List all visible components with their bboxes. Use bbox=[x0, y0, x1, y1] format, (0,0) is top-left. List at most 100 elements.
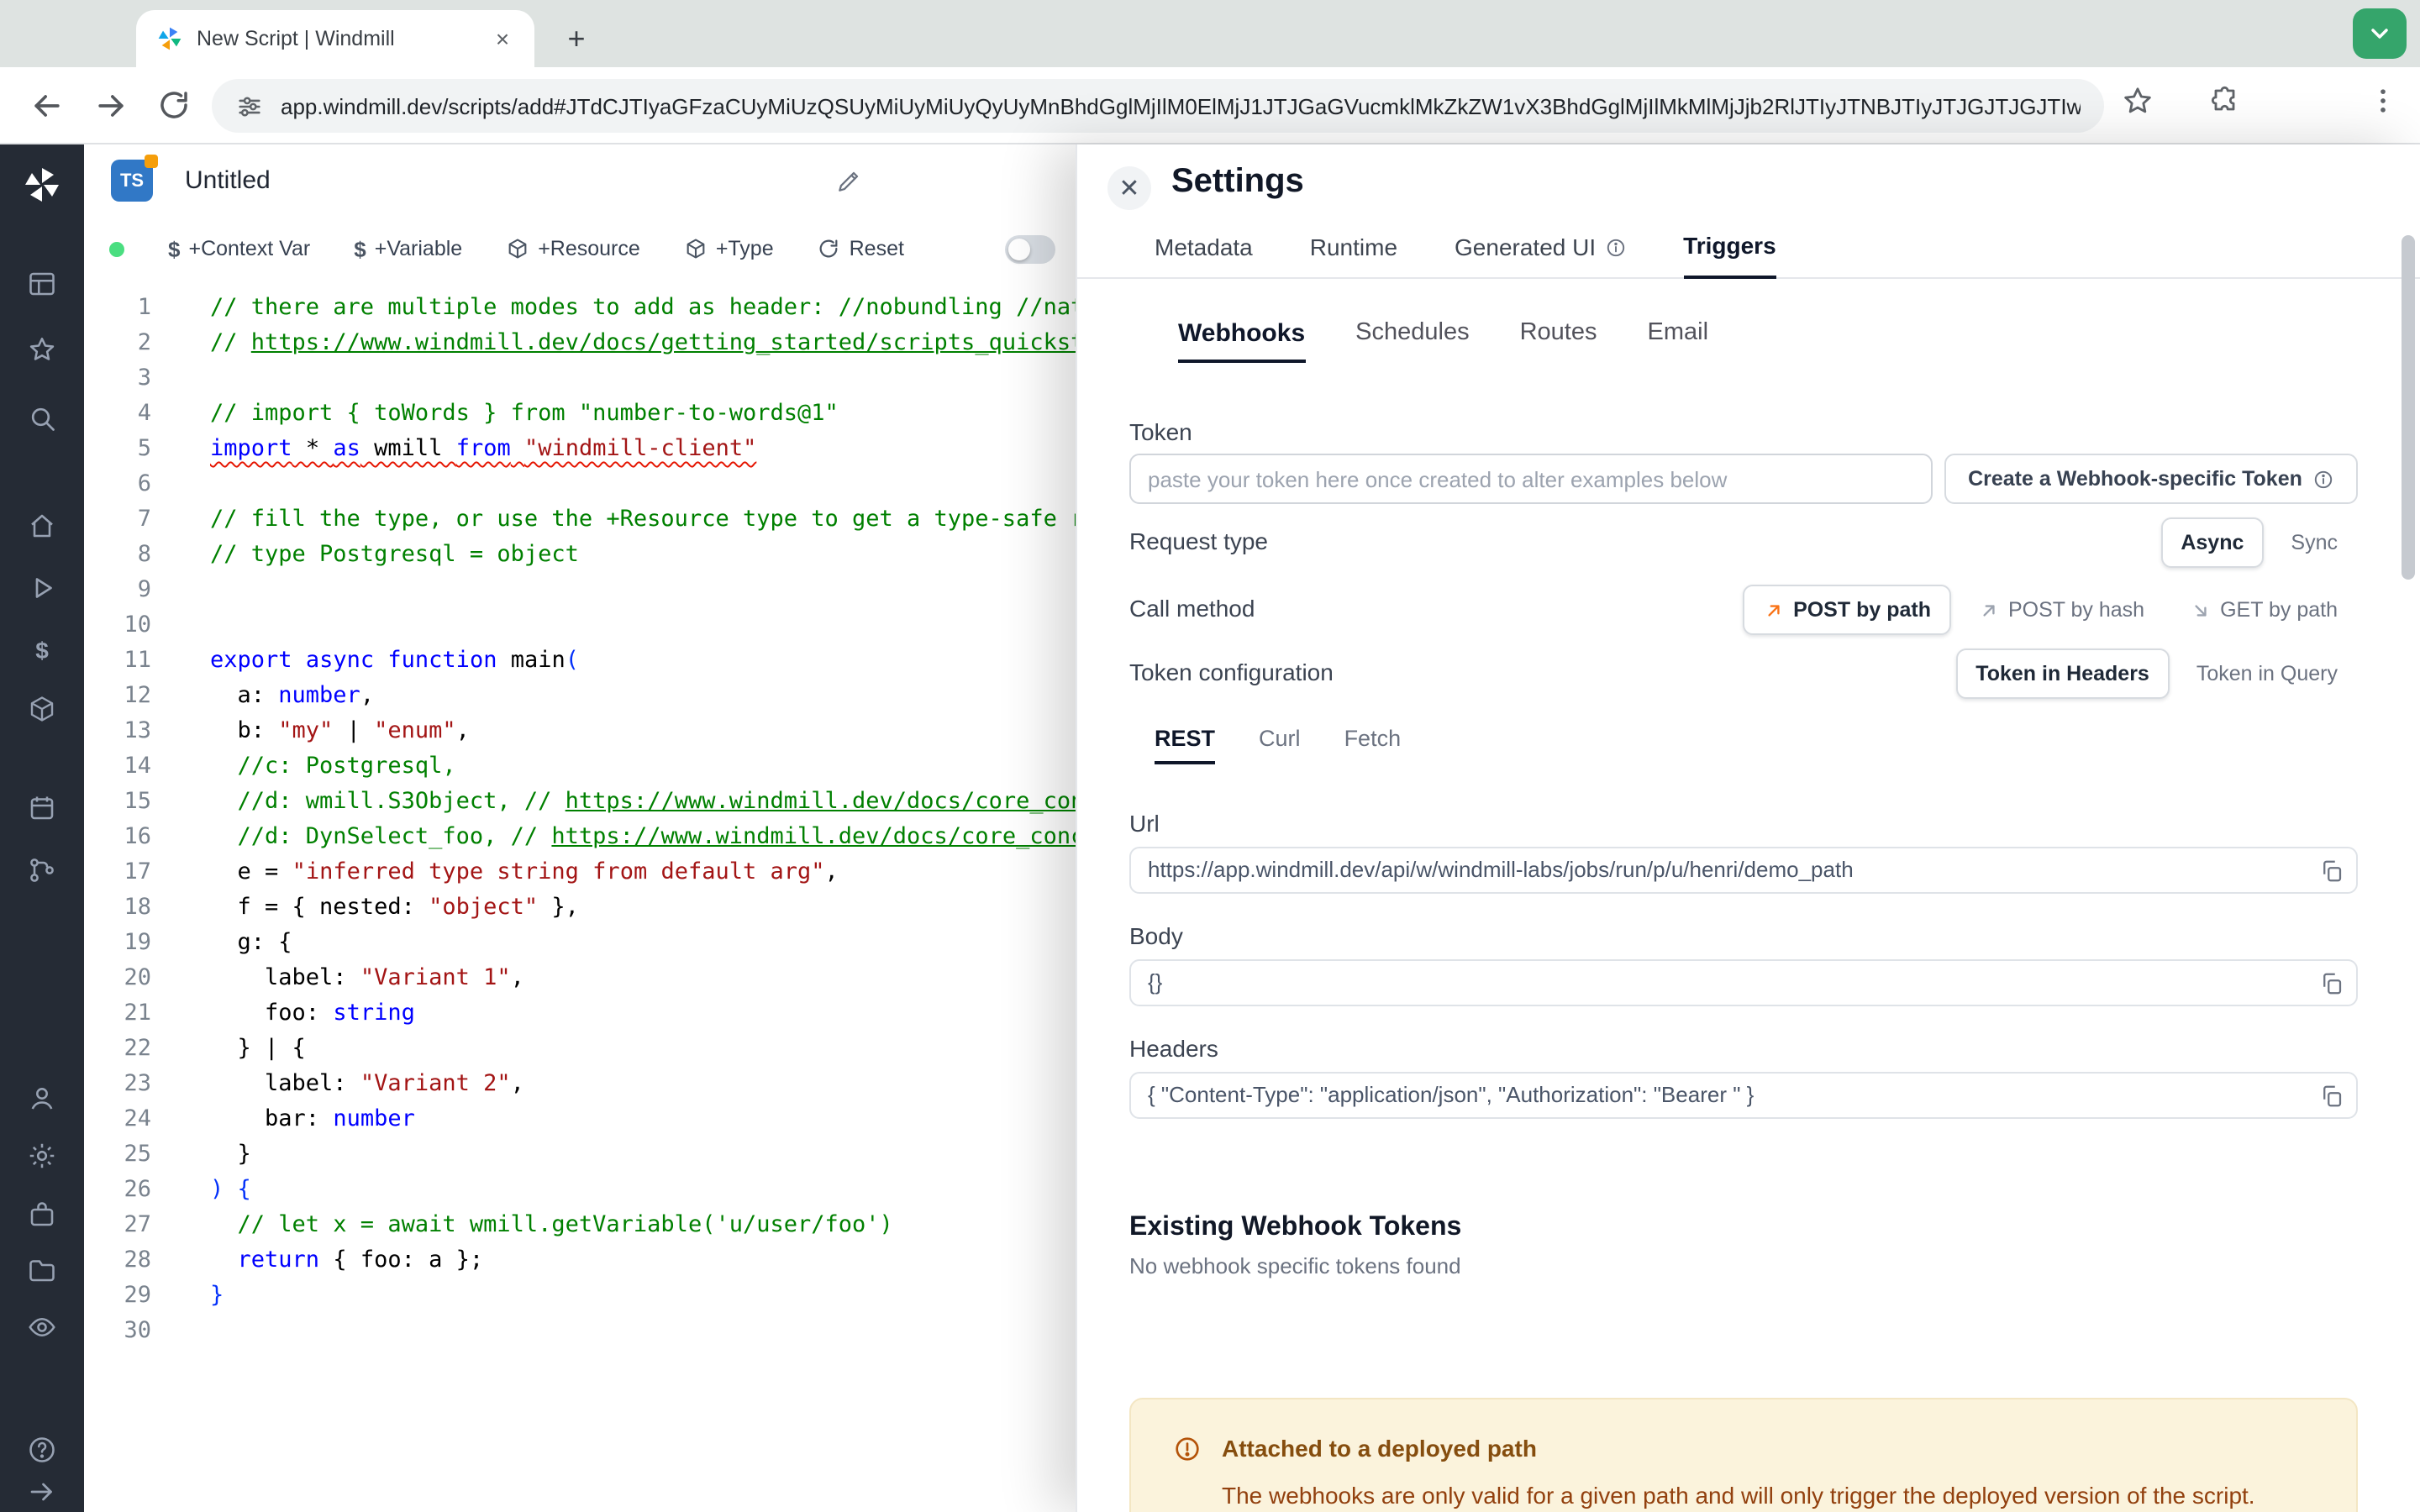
code-line[interactable]: a: number, bbox=[210, 679, 1076, 714]
panel-scrollbar[interactable] bbox=[2402, 235, 2415, 580]
tab-metadata[interactable]: Metadata bbox=[1155, 234, 1253, 277]
code-line[interactable]: } bbox=[210, 1278, 1076, 1314]
tab-title: New Script | Windmill bbox=[197, 27, 395, 50]
code-line[interactable]: b: "my" | "enum", bbox=[210, 714, 1076, 749]
favorites-star-icon[interactable] bbox=[27, 334, 57, 365]
tab-runtime[interactable]: Runtime bbox=[1310, 234, 1397, 277]
tab-close-icon[interactable]: × bbox=[487, 24, 518, 54]
snippet-tab-rest[interactable]: REST bbox=[1155, 726, 1216, 764]
expand-sidebar-arrow-icon[interactable] bbox=[27, 1477, 57, 1507]
reload-icon[interactable] bbox=[156, 87, 193, 124]
code-line[interactable]: label: "Variant 1", bbox=[210, 961, 1076, 996]
snippet-tab-curl[interactable]: Curl bbox=[1259, 726, 1301, 764]
code-line[interactable]: // import { toWords } from "number-to-wo… bbox=[210, 396, 1076, 432]
code-line[interactable]: label: "Variant 2", bbox=[210, 1067, 1076, 1102]
schedules-calendar-icon[interactable] bbox=[27, 793, 57, 823]
code-line[interactable]: export async function main( bbox=[210, 643, 1076, 679]
token-in-headers[interactable]: Token in Headers bbox=[1955, 648, 2170, 699]
windmill-app: $ TS Untitled $ +Context Var $ +Variable… bbox=[0, 144, 2420, 1512]
new-tab-button[interactable]: + bbox=[555, 17, 598, 60]
close-settings-icon[interactable]: ✕ bbox=[1107, 166, 1151, 210]
settings-gear-icon[interactable] bbox=[27, 1141, 57, 1171]
call-method-get-by-path[interactable]: GET by path bbox=[2171, 586, 2356, 633]
site-settings-icon[interactable] bbox=[235, 92, 264, 120]
resources-icon[interactable] bbox=[27, 694, 57, 724]
search-icon[interactable] bbox=[27, 403, 57, 433]
subtab-routes[interactable]: Routes bbox=[1520, 319, 1597, 363]
request-type-sync[interactable]: Sync bbox=[2272, 519, 2356, 566]
code-line[interactable]: foo: string bbox=[210, 996, 1076, 1032]
copy-icon[interactable] bbox=[2319, 971, 2344, 996]
audit-logs-eye-icon[interactable] bbox=[27, 1312, 57, 1342]
tab-generated-ui[interactable]: Generated UI bbox=[1455, 234, 1626, 277]
url-field[interactable]: https://app.windmill.dev/api/w/windmill-… bbox=[1129, 847, 2358, 894]
request-type-async[interactable]: Async bbox=[2160, 517, 2265, 568]
copy-icon[interactable] bbox=[2319, 1084, 2344, 1109]
copy-icon[interactable] bbox=[2319, 858, 2344, 884]
code-line[interactable]: } bbox=[210, 1137, 1076, 1173]
headers-field[interactable]: { "Content-Type": "application/json", "A… bbox=[1129, 1072, 2358, 1119]
code-line[interactable]: } | { bbox=[210, 1032, 1076, 1067]
reset-button[interactable]: Reset bbox=[818, 237, 904, 260]
line-number: 1 bbox=[137, 294, 151, 321]
flows-branch-icon[interactable] bbox=[27, 855, 57, 885]
home-icon[interactable] bbox=[27, 511, 57, 541]
windmill-logo-icon[interactable] bbox=[22, 165, 62, 205]
extensions-icon[interactable] bbox=[2208, 84, 2249, 124]
browser-tab[interactable]: New Script | Windmill × bbox=[136, 10, 534, 67]
body-field[interactable]: {} bbox=[1129, 959, 2358, 1006]
code-line[interactable] bbox=[210, 361, 1076, 396]
forward-icon[interactable] bbox=[92, 87, 129, 124]
browser-menu-icon[interactable] bbox=[2366, 84, 2407, 124]
user-icon[interactable] bbox=[27, 1084, 57, 1114]
code-line[interactable]: return { foo: a }; bbox=[210, 1243, 1076, 1278]
screen-share-indicator[interactable] bbox=[2353, 8, 2407, 59]
back-icon[interactable] bbox=[29, 87, 66, 124]
code-editor[interactable]: 1 2 3 4 5 6 7 8 9 10 11 12 13 14 15 16 17 18 19 20 21 22 23 24 2… bbox=[84, 279, 1076, 1512]
edit-title-pencil-icon[interactable] bbox=[835, 168, 862, 195]
snippet-tab-fetch[interactable]: Fetch bbox=[1344, 726, 1402, 764]
tab-triggers[interactable]: Triggers bbox=[1683, 232, 1776, 279]
code-line[interactable]: // https://www.windmill.dev/docs/getting… bbox=[210, 326, 1076, 361]
token-in-query[interactable]: Token in Query bbox=[2178, 650, 2356, 697]
apps-icon[interactable] bbox=[27, 269, 57, 299]
call-method-post-by-hash[interactable]: POST by hash bbox=[1960, 586, 2163, 633]
subtab-email[interactable]: Email bbox=[1648, 319, 1709, 363]
subtab-webhooks[interactable]: Webhooks bbox=[1178, 319, 1306, 363]
address-bar[interactable]: app.windmill.dev/scripts/add#JTdCJTIyaGF… bbox=[212, 79, 2104, 133]
token-input[interactable] bbox=[1129, 454, 1933, 504]
code-line[interactable] bbox=[210, 1314, 1076, 1349]
variables-icon[interactable]: $ bbox=[0, 637, 84, 664]
code-line[interactable]: bar: number bbox=[210, 1102, 1076, 1137]
workers-briefcase-icon[interactable] bbox=[27, 1200, 57, 1230]
call-method-post-by-path[interactable]: POST by path bbox=[1743, 585, 1951, 635]
add-type-button[interactable]: +Type bbox=[684, 237, 774, 260]
code-line[interactable]: import * as wmill from "windmill-client" bbox=[210, 432, 1076, 467]
code-line[interactable]: ) { bbox=[210, 1173, 1076, 1208]
code-line[interactable]: // there are multiple modes to add as he… bbox=[210, 291, 1076, 326]
code-line[interactable]: e = "inferred type string from default a… bbox=[210, 855, 1076, 890]
code-line[interactable] bbox=[210, 467, 1076, 502]
code-line[interactable]: g: { bbox=[210, 926, 1076, 961]
subtab-schedules[interactable]: Schedules bbox=[1355, 319, 1469, 363]
folders-icon[interactable] bbox=[27, 1255, 57, 1285]
code-line[interactable]: //d: DynSelect_foo, // https://www.windm… bbox=[210, 820, 1076, 855]
code-line[interactable] bbox=[210, 573, 1076, 608]
bookmark-star-icon[interactable] bbox=[2121, 84, 2161, 124]
code-line[interactable]: // let x = await wmill.getVariable('u/us… bbox=[210, 1208, 1076, 1243]
code-line[interactable]: //d: wmill.S3Object, // https://www.wind… bbox=[210, 785, 1076, 820]
runs-icon[interactable] bbox=[27, 573, 57, 603]
code-line[interactable]: //c: Postgresql, bbox=[210, 749, 1076, 785]
create-webhook-token-button[interactable]: Create a Webhook-specific Token bbox=[1944, 454, 2358, 504]
help-icon[interactable] bbox=[27, 1435, 57, 1465]
add-variable-button[interactable]: $ +Variable bbox=[354, 236, 462, 261]
add-context-var-button[interactable]: $ +Context Var bbox=[168, 236, 310, 261]
code-lines[interactable]: // there are multiple modes to add as he… bbox=[210, 291, 1076, 1349]
line-number: 21 bbox=[124, 1000, 151, 1026]
code-line[interactable]: // type Postgresql = object bbox=[210, 538, 1076, 573]
add-resource-button[interactable]: +Resource bbox=[506, 237, 640, 260]
diff-toggle[interactable] bbox=[1005, 235, 1055, 264]
code-line[interactable] bbox=[210, 608, 1076, 643]
code-line[interactable]: // fill the type, or use the +Resource t… bbox=[210, 502, 1076, 538]
code-line[interactable]: f = { nested: "object" }, bbox=[210, 890, 1076, 926]
